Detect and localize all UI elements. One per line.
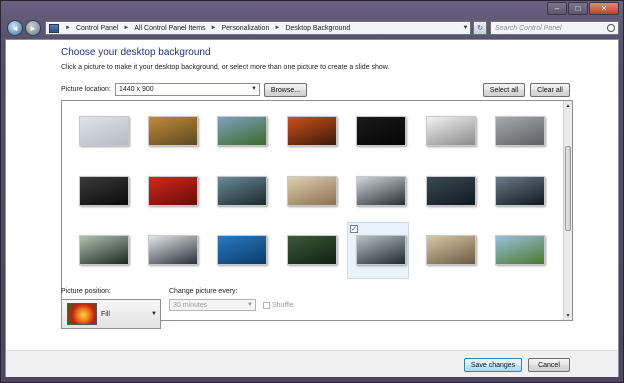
back-arrow-icon: ◄ xyxy=(11,23,19,33)
scroll-thumb[interactable] xyxy=(565,146,571,231)
minimize-button[interactable]: – xyxy=(547,2,567,15)
wallpaper-thumbnail[interactable] xyxy=(79,116,129,146)
scroll-down-icon[interactable]: ▼ xyxy=(564,311,572,320)
wallpaper-thumbnail[interactable] xyxy=(426,176,476,206)
chevron-down-icon: ▼ xyxy=(247,302,253,308)
picture-location-value: 1440 x 900 xyxy=(119,86,154,93)
shuffle-checkbox-box[interactable] xyxy=(263,302,270,309)
search-input[interactable]: Search Control Panel xyxy=(490,21,619,35)
wallpaper-thumbnail[interactable] xyxy=(426,116,476,146)
picture-location-select[interactable]: 1440 x 900 ▼ xyxy=(115,83,260,96)
breadcrumb-separator: ► xyxy=(274,25,281,31)
wallpaper-thumbnail[interactable] xyxy=(287,176,337,206)
picture-position-value: Fill xyxy=(101,311,110,318)
wallpaper-thumbnail[interactable] xyxy=(79,235,129,265)
content-panel: Choose your desktop background Click a p… xyxy=(5,39,619,377)
page-title: Choose your desktop background xyxy=(61,47,211,58)
wallpaper-thumbnail[interactable] xyxy=(217,116,267,146)
window-frame: – □ ✕ ◄ ► ► Control Panel ► All Control … xyxy=(0,0,624,383)
picture-position-select[interactable]: Fill ▼ xyxy=(61,299,161,329)
breadcrumb-personalization[interactable]: Personalization xyxy=(219,25,271,32)
clear-all-button[interactable]: Clear all xyxy=(530,83,570,97)
navigation-bar: ◄ ► ► Control Panel ► All Control Panel … xyxy=(5,19,619,37)
breadcrumb-control-panel[interactable]: Control Panel xyxy=(74,25,120,32)
position-preview-image xyxy=(67,303,97,325)
dialog-footer xyxy=(6,350,618,377)
chevron-down-icon: ▼ xyxy=(151,311,157,317)
cancel-button[interactable]: Cancel xyxy=(528,358,570,372)
refresh-button[interactable]: ↻ xyxy=(473,21,487,35)
wallpaper-thumbnail[interactable] xyxy=(148,176,198,206)
address-bar[interactable]: ► Control Panel ► All Control Panel Item… xyxy=(45,21,471,35)
back-button[interactable]: ◄ xyxy=(7,20,23,36)
forward-arrow-icon: ► xyxy=(29,23,37,33)
wallpaper-thumbnail[interactable] xyxy=(217,176,267,206)
breadcrumb-separator: ► xyxy=(65,25,71,31)
change-picture-label: Change picture every: xyxy=(169,288,238,295)
wallpaper-thumbnail[interactable] xyxy=(217,235,267,265)
wallpaper-thumbnail[interactable] xyxy=(356,116,406,146)
control-panel-icon xyxy=(49,23,59,33)
window-controls: – □ ✕ xyxy=(547,2,619,15)
wallpaper-thumbnail[interactable] xyxy=(79,176,129,206)
maximize-button[interactable]: □ xyxy=(568,2,588,15)
wallpaper-thumbnail[interactable] xyxy=(287,235,337,265)
wallpaper-thumbnail[interactable] xyxy=(287,116,337,146)
wallpaper-thumbnail[interactable] xyxy=(426,235,476,265)
vertical-scrollbar[interactable]: ▲ ▼ xyxy=(563,101,572,320)
wallpaper-grid: ✓ ▲ ▼ xyxy=(61,100,573,321)
search-icon[interactable] xyxy=(607,24,615,32)
title-bar: – □ ✕ xyxy=(1,1,624,19)
browse-button[interactable]: Browse... xyxy=(264,83,307,97)
scroll-up-icon[interactable]: ▲ xyxy=(564,101,572,110)
address-dropdown-icon[interactable]: ▼ xyxy=(461,22,470,34)
wallpaper-thumbnail[interactable] xyxy=(356,235,406,265)
breadcrumb-all-items[interactable]: All Control Panel Items xyxy=(132,25,207,32)
select-all-button[interactable]: Select all xyxy=(483,83,525,97)
chevron-down-icon: ▼ xyxy=(251,86,257,92)
search-placeholder: Search Control Panel xyxy=(495,24,562,32)
wallpaper-thumbnail[interactable] xyxy=(495,116,545,146)
shuffle-checkbox[interactable]: Shuffle xyxy=(263,302,294,309)
change-interval-select[interactable]: 30 minutes ▼ xyxy=(169,299,256,311)
forward-button[interactable]: ► xyxy=(25,20,41,36)
save-changes-button[interactable]: Save changes xyxy=(464,358,522,372)
wallpaper-thumbnail[interactable] xyxy=(148,235,198,265)
thumbnail-checkbox[interactable]: ✓ xyxy=(350,225,358,233)
breadcrumb-desktop-background[interactable]: Desktop Background xyxy=(283,25,352,32)
close-button[interactable]: ✕ xyxy=(589,2,619,15)
page-instructions: Click a picture to make it your desktop … xyxy=(61,64,390,71)
picture-position-label: Picture position: xyxy=(61,288,111,295)
refresh-icon: ↻ xyxy=(477,25,483,32)
shuffle-label: Shuffle xyxy=(272,302,294,309)
wallpaper-thumbnail[interactable] xyxy=(356,176,406,206)
wallpaper-thumbnail[interactable] xyxy=(495,235,545,265)
change-interval-value: 30 minutes xyxy=(173,301,208,309)
breadcrumb-separator: ► xyxy=(123,25,130,31)
wallpaper-thumbnail[interactable] xyxy=(148,116,198,146)
wallpaper-thumbnail[interactable] xyxy=(495,176,545,206)
picture-location-label: Picture location: xyxy=(61,86,111,93)
breadcrumb-separator: ► xyxy=(210,25,217,31)
